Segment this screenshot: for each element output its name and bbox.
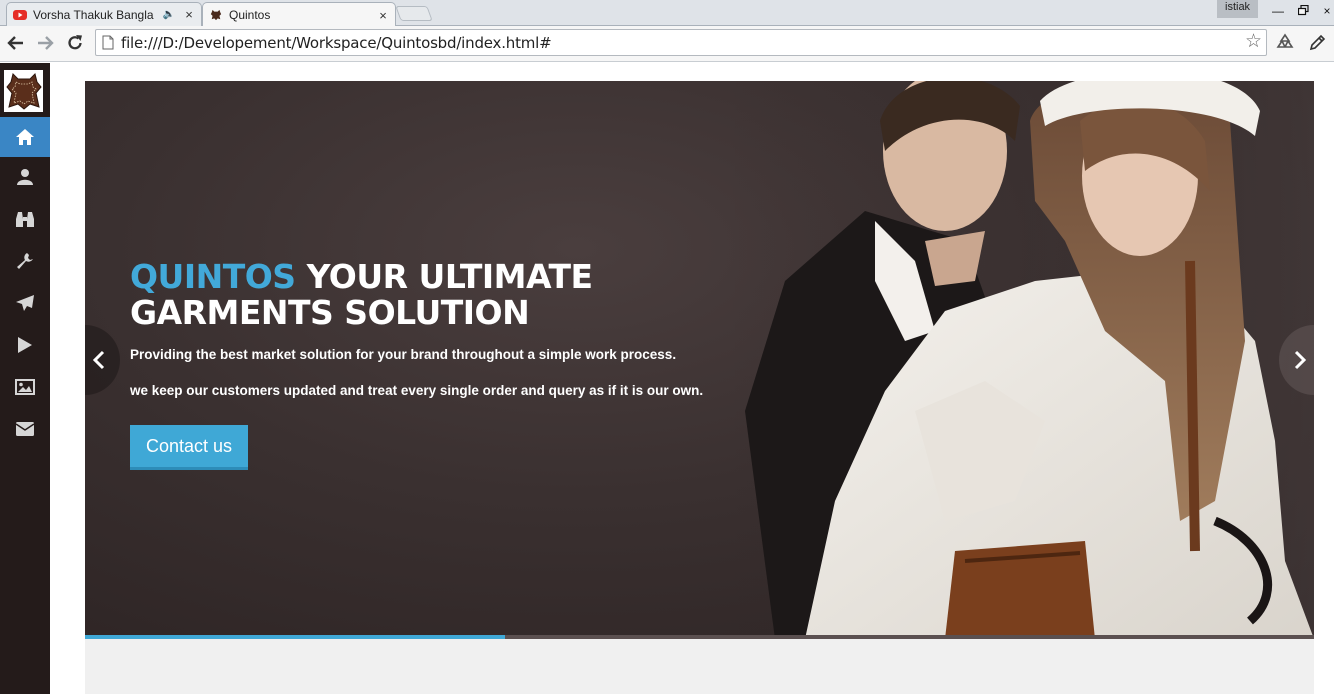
reload-icon[interactable]	[63, 31, 87, 55]
wrench-icon	[17, 253, 33, 269]
sidebar-item-gallery[interactable]	[0, 367, 50, 407]
binoculars-icon	[16, 212, 34, 227]
browser-tab-youtube[interactable]: Vorsha Thakuk Bangla 🔈 ×	[6, 2, 202, 26]
leather-hide-icon	[210, 9, 222, 21]
paper-plane-icon	[16, 295, 34, 311]
tab-title: Vorsha Thakuk Bangla	[33, 7, 154, 22]
new-tab-button[interactable]	[395, 6, 433, 21]
sidebar-item-about[interactable]	[0, 157, 50, 197]
sidebar-item-services[interactable]	[0, 241, 50, 281]
sidebar-item-explore[interactable]	[0, 199, 50, 239]
address-bar[interactable]: file:///D:/Developement/Workspace/Quinto…	[95, 29, 1267, 56]
sidebar-item-send[interactable]	[0, 283, 50, 323]
side-navigation	[0, 63, 50, 694]
hero-subline-1: Providing the best market solution for y…	[130, 347, 677, 362]
restore-icon[interactable]	[1291, 2, 1315, 20]
page-icon	[102, 35, 114, 50]
chevron-left-icon	[92, 350, 105, 370]
sidebar-item-home[interactable]	[0, 117, 50, 157]
contact-us-button[interactable]: Contact us	[130, 425, 248, 470]
bookmark-star-icon[interactable]: ☆	[1245, 32, 1262, 52]
forward-icon[interactable]	[33, 31, 57, 55]
next-section	[85, 639, 1314, 694]
back-icon[interactable]	[4, 31, 28, 55]
brand-name: QUINTOS	[130, 257, 296, 296]
browser-toolbar: file:///D:/Developement/Workspace/Quinto…	[0, 26, 1334, 62]
image-icon	[15, 379, 35, 395]
hero-headline: QUINTOS YOUR ULTIMATE GARMENTS SOLUTION	[130, 259, 770, 331]
close-tab-icon[interactable]: ×	[183, 7, 195, 22]
speaker-icon[interactable]: 🔈	[163, 9, 175, 20]
pencil-extension-icon[interactable]	[1305, 31, 1329, 55]
close-window-icon[interactable]: ×	[1315, 2, 1334, 20]
hero-subline-2: we keep our customers updated and treat …	[130, 383, 704, 398]
browser-tab-quintos[interactable]: Quintos ×	[202, 2, 396, 27]
profile-name[interactable]: istiak	[1217, 0, 1259, 18]
browser-tab-strip: Vorsha Thakuk Bangla 🔈 × Quintos × istia…	[0, 0, 1334, 27]
sidebar-item-media[interactable]	[0, 325, 50, 365]
youtube-icon	[13, 9, 27, 20]
sidebar-item-contact[interactable]	[0, 409, 50, 449]
minimize-icon[interactable]: —	[1266, 2, 1290, 20]
play-icon	[18, 337, 32, 353]
site-logo[interactable]	[4, 70, 43, 112]
hero-slider: QUINTOS YOUR ULTIMATE GARMENTS SOLUTION …	[85, 81, 1314, 639]
chevron-right-icon	[1294, 350, 1307, 370]
user-icon	[17, 169, 33, 185]
leather-hide-logo-icon	[5, 73, 42, 110]
page-viewport: QUINTOS YOUR ULTIMATE GARMENTS SOLUTION …	[0, 63, 1334, 694]
url-text: file:///D:/Developement/Workspace/Quinto…	[121, 34, 552, 52]
hero-caption: QUINTOS YOUR ULTIMATE GARMENTS SOLUTION …	[130, 259, 770, 470]
close-tab-icon[interactable]: ×	[377, 8, 389, 23]
home-icon	[16, 129, 34, 145]
recycle-extension-icon[interactable]	[1273, 31, 1297, 55]
envelope-icon	[15, 422, 35, 436]
tab-title: Quintos	[229, 8, 271, 22]
